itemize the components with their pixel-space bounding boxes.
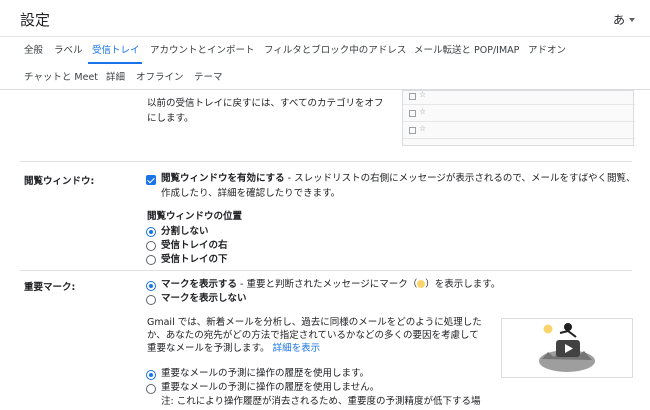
gmail-explanation-line3-text: 重要なメールを予測します。 [147,343,270,354]
preview-star-icon: ☆ [419,107,427,116]
tab-forwarding-pop-imap[interactable]: メール転送と POP/IMAP [414,42,519,56]
reading-pane-enable-line2: 作成したり、詳細を確認したりできます。 [161,188,341,199]
inbox-preview-image: ☆ ☆ ☆ [402,90,635,146]
position-no-split-label[interactable]: 分割しない [161,224,209,239]
tab-offline[interactable]: オフライン [136,69,184,83]
position-right-label[interactable]: 受信トレイの右 [161,238,228,253]
preview-checkbox-icon [409,127,416,134]
no-history-note: 注: これにより操作履歴が消去されるため、重要度の予測精度が低下する場 [161,396,481,407]
reading-pane-enable-desc: - スレッドリストの右側にメッセージが表示されるので、メールをすばやく閲覧、 [284,173,636,184]
use-history-radio[interactable] [146,370,156,380]
position-right-radio[interactable] [146,241,156,251]
settings-page: 設定 あ 全般 ラベル 受信トレイ アカウントとインポート フィルタとブロック中… [0,0,650,410]
input-language-label: あ [612,13,625,27]
reading-pane-enable-title[interactable]: 閲覧ウィンドウを有効にする [161,173,285,184]
show-markers-desc-a: - 重要と判断されたメッセージにマーク（ [237,279,418,290]
preview-checkbox-icon [409,93,416,100]
tab-labels[interactable]: ラベル [54,42,83,56]
reading-pane-label: 閲覧ウィンドウ: [24,176,95,187]
importance-markers-label: 重要マーク: [24,282,76,293]
active-tab-indicator [88,62,142,64]
reading-pane-enable-line1: 閲覧ウィンドウを有効にする - スレッドリストの右側にメッセージが表示されるので… [161,171,636,186]
position-below-radio[interactable] [146,255,156,265]
tab-accounts-import[interactable]: アカウントとインポート [150,42,255,56]
tab-general[interactable]: 全般 [24,42,43,56]
position-below-label[interactable]: 受信トレイの下 [161,252,228,267]
preview-checkbox-icon [409,110,416,117]
tab-chat-meet[interactable]: チャットと Meet [24,69,98,83]
tab-inbox[interactable]: 受信トレイ [92,42,140,56]
show-markers-desc-b: ）を表示します。 [425,279,501,290]
inbox-revert-note-line2: にします。 [147,113,194,124]
reading-pane-position-title: 閲覧ウィンドウの位置 [147,211,243,222]
section-divider [20,161,632,162]
learn-more-link[interactable]: 詳細を表示 [273,343,321,354]
no-history-label[interactable]: 重要なメールの予測に操作の履歴を使用しません。 [161,380,379,395]
page-title: 設定 [20,11,51,29]
show-markers-radio[interactable] [146,281,156,291]
use-history-label[interactable]: 重要なメールの予測に操作の履歴を使用します。 [161,366,369,381]
position-no-split-radio[interactable] [146,227,156,237]
video-illustration-icon [539,323,595,372]
show-markers-title[interactable]: マークを表示する [161,279,237,290]
tab-advanced[interactable]: 詳細 [106,69,125,83]
settings-header: 設定 あ [0,0,650,36]
gmail-explanation-line3: 重要なメールを予測します。 詳細を表示 [147,341,320,356]
inbox-revert-note-line1: 以前の受信トレイに戻すには、すべてのカテゴリをオフ [147,98,384,109]
no-history-radio[interactable] [146,384,156,394]
input-tools-button[interactable]: あ [613,11,635,28]
preview-star-icon: ☆ [419,90,427,99]
section-divider [20,270,632,271]
hide-markers-label[interactable]: マークを表示しない [161,291,247,306]
show-markers-line: マークを表示する - 重要と判断されたメッセージにマーク（ ）を表示します。 [161,277,500,292]
tab-themes[interactable]: テーマ [194,69,223,83]
tab-addons[interactable]: アドオン [528,42,566,56]
reading-pane-checkbox[interactable] [146,175,156,185]
tab-filters-blocked[interactable]: フィルタとブロック中のアドレス [264,42,406,56]
caret-down-icon [629,17,635,22]
preview-star-icon: ☆ [419,124,427,133]
importance-video-thumbnail[interactable] [501,318,633,378]
hide-markers-radio[interactable] [146,295,156,305]
